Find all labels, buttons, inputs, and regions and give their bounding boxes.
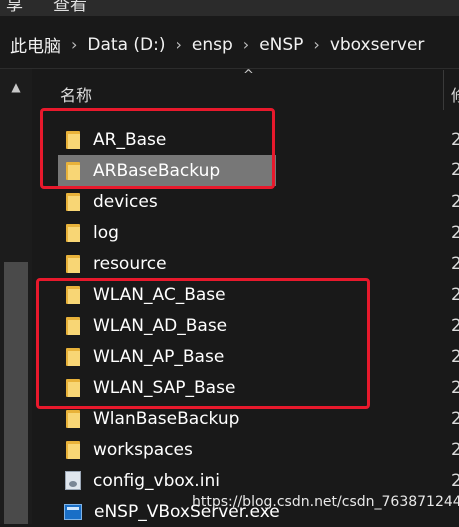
folder-icon [66,409,80,428]
file-date: 2 [451,284,459,305]
file-date: 2 [451,253,459,274]
file-date: 2 [451,160,459,180]
column-divider[interactable] [443,70,444,110]
column-header-date-modified[interactable]: 修 [451,82,459,106]
address-bar[interactable]: 此电脑 › Data (D:) › ensp › eNSP › vboxserv… [0,20,459,69]
file-name: config_vbox.ini [93,470,220,491]
file-date: 2 [451,470,459,491]
settings-file-icon [65,471,81,490]
chevron-right-icon[interactable]: › [243,35,249,54]
application-icon [64,503,82,520]
file-date: 2 [451,377,459,398]
folder-icon [66,440,80,459]
breadcrumb-ensp-app[interactable]: eNSP [259,35,303,55]
file-name: devices [93,191,158,212]
file-date: 2 [451,439,459,460]
breadcrumb-this-pc[interactable]: 此电脑 [10,32,61,57]
breadcrumb-vboxserver[interactable]: vboxserver [330,35,425,55]
file-row-config-vbox-ini[interactable]: config_vbox.ini 2 [58,465,459,496]
file-name: WlanBaseBackup [93,408,240,429]
highlight-box [40,108,275,189]
file-date: 2 [451,129,459,150]
file-row-log[interactable]: log 2 [58,217,459,248]
chevron-right-icon[interactable]: › [175,35,181,54]
breadcrumb-data-drive[interactable]: Data (D:) [87,35,165,55]
menu-strip: 享 查看 [0,0,459,16]
chevron-right-icon[interactable]: › [71,35,77,54]
menu-item-share[interactable]: 享 [6,0,23,15]
file-date: 2 [451,191,459,212]
highlight-box [36,278,370,409]
file-name: workspaces [93,439,193,460]
breadcrumb-ensp[interactable]: ensp [192,35,233,55]
file-date: 2 [451,315,459,336]
column-header-name[interactable]: 名称 [60,82,92,106]
breadcrumb: 此电脑 › Data (D:) › ensp › eNSP › vboxserv… [10,32,425,58]
file-name: log [93,222,119,243]
watermark: https://blog.csdn.net/csdn_763871244 [192,494,459,510]
file-row-resource[interactable]: resource 2 [58,248,459,279]
file-row-workspaces[interactable]: workspaces 2 [58,434,459,465]
navigation-pane-scrollbar[interactable]: ▲ [0,69,32,524]
chevron-right-icon[interactable]: › [313,35,319,54]
folder-icon [66,192,80,211]
sort-ascending-icon: ^ [243,68,254,83]
folder-icon [66,254,80,273]
file-name: resource [93,253,167,274]
file-date: 2 [451,346,459,367]
file-row-devices[interactable]: devices 2 [58,186,459,217]
file-date: 2 [451,222,459,243]
menu-item-view[interactable]: 查看 [53,0,87,15]
folder-icon [66,223,80,242]
scrollbar-thumb[interactable] [4,262,28,524]
scroll-up-icon[interactable]: ▲ [8,79,24,95]
file-date: 2 [451,408,459,429]
